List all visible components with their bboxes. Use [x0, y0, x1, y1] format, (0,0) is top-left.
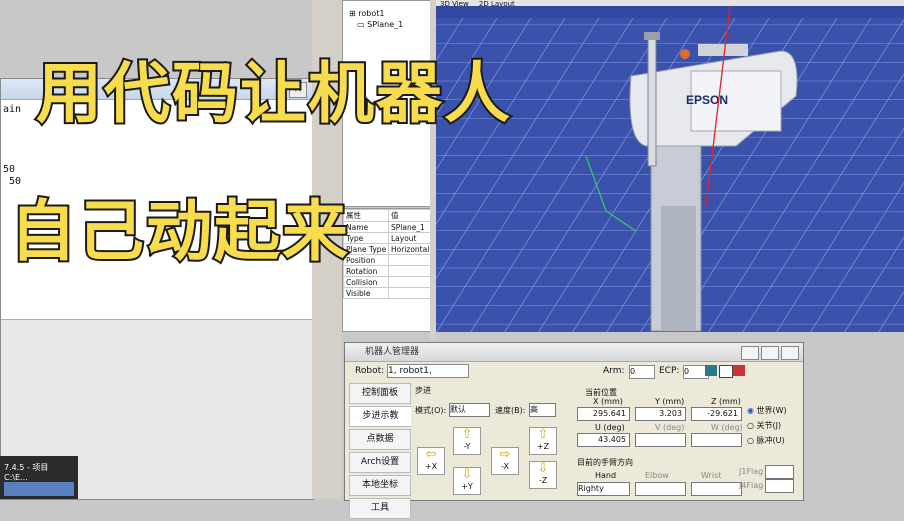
minimize-icon[interactable]	[741, 346, 759, 360]
table-row[interactable]: Position	[343, 254, 433, 266]
j4flag-value	[765, 479, 794, 493]
robot-manager-title: 机器人管理器	[345, 343, 803, 362]
code-line: 50	[3, 164, 16, 175]
j1flag-label: J1Flag	[739, 467, 764, 476]
u-label: U (deg)	[595, 423, 625, 432]
properties-grid[interactable]: 属性值 Name SPlane_1 Type Layout Plane Type Ho…	[342, 208, 433, 332]
arrow-down-icon: ⇩	[461, 467, 473, 482]
sidebar-item-tool[interactable]: 工具	[349, 498, 411, 519]
table-row[interactable]: Plane Type Horizontal	[343, 243, 433, 255]
table-row[interactable]: Collision	[343, 276, 433, 288]
step-group-label: 步进	[415, 386, 431, 395]
sidebar-item-local[interactable]: 本地坐标	[349, 475, 411, 496]
speed-label: 速度(B):	[495, 406, 526, 415]
play-icon[interactable]	[719, 365, 733, 378]
robot-label: Robot:	[355, 366, 385, 376]
z-value: -29.621	[691, 407, 742, 421]
table-row[interactable]: Visible	[343, 287, 433, 299]
elbow-value	[635, 482, 686, 496]
table-row[interactable]: Name SPlane_1	[343, 221, 433, 233]
jog-plus-y-button[interactable]: ⇩ +Y	[453, 467, 481, 495]
j4flag-label: J4Flag	[739, 481, 764, 490]
robot-manager-window[interactable]: 机器人管理器 Robot: 1, robot1, Arm: 0 ECP: 0 控…	[344, 342, 804, 519]
radio-pulse[interactable]: ○ 脉冲(U)	[747, 435, 785, 446]
mode-label: 模式(O):	[415, 406, 447, 415]
window-thumbnail	[4, 482, 74, 496]
ecp-label: ECP:	[659, 366, 680, 376]
jog-minus-y-button[interactable]: ⇧ -Y	[453, 427, 481, 455]
y-value: 3.203	[635, 407, 686, 421]
overlay-title-line1: 用代码让机器人	[34, 53, 512, 134]
robot-select[interactable]: 1, robot1,	[387, 363, 470, 378]
camera-icon[interactable]	[705, 365, 717, 376]
arrow-up-icon: ⇧	[461, 427, 473, 442]
z-label: Z (mm)	[711, 397, 741, 406]
sidebar-item-points[interactable]: 点数据	[349, 429, 411, 450]
w-value	[691, 433, 742, 447]
robot-manager-sidebar: 控制面板 步进示教 点数据 Arch设置 本地坐标 工具	[349, 383, 411, 521]
table-row[interactable]: Rotation	[343, 265, 433, 277]
wrist-value	[691, 482, 742, 496]
brand-label: EPSON	[686, 93, 728, 107]
jog-plus-x-button[interactable]: ⇦ +X	[417, 447, 445, 475]
arrow-right-icon: ⇨	[499, 447, 511, 462]
jog-plus-z-button[interactable]: ⇧ +Z	[529, 427, 557, 455]
close-icon[interactable]	[781, 346, 799, 360]
code-editor-window[interactable]: ✕ ain 50 50	[0, 78, 314, 500]
arrow-down-icon: ⇩	[537, 461, 549, 476]
hand-value: Righty	[577, 482, 630, 496]
arrow-up-icon: ⇧	[537, 427, 549, 442]
x-value: 295.641	[577, 407, 630, 421]
hand-label: Hand	[595, 471, 617, 480]
sidebar-item-jog-teach[interactable]: 步进示教	[349, 406, 411, 427]
table-row[interactable]: Type Layout	[343, 232, 433, 244]
elbow-label: Elbow	[645, 471, 669, 480]
overlay-title-line2: 自己动起来	[8, 191, 350, 272]
maximize-icon[interactable]	[761, 346, 779, 360]
arrow-left-icon: ⇦	[425, 447, 437, 462]
y-label: Y (mm)	[655, 397, 685, 406]
u-value: 43.405	[577, 433, 630, 447]
jog-minus-z-button[interactable]: ⇩ -Z	[529, 461, 557, 489]
v-label: V (deg)	[655, 423, 685, 432]
speed-select[interactable]: 高	[529, 403, 556, 417]
radio-icon: ○	[747, 421, 754, 430]
radio-selected-icon: ◉	[747, 406, 754, 415]
jog-minus-x-button[interactable]: ⇨ -X	[491, 447, 519, 475]
radio-icon: ○	[747, 436, 754, 445]
arm-label: Arm:	[603, 366, 625, 376]
sidebar-item-control-panel[interactable]: 控制面板	[349, 383, 411, 404]
v-value	[635, 433, 686, 447]
x-label: X (mm)	[593, 397, 623, 406]
grid-icon[interactable]	[733, 365, 745, 376]
wrist-label: Wrist	[701, 471, 722, 480]
robot-toolbar: Robot: 1, robot1, Arm: 0 ECP: 0	[345, 362, 803, 380]
hand-group-label: 目前的手臂方向	[577, 458, 633, 467]
tree-item-splane[interactable]: ▭ SPlane_1	[357, 20, 403, 29]
radio-world[interactable]: ◉ 世界(W)	[747, 405, 787, 416]
j1flag-value	[765, 465, 794, 479]
tree-item-robot1[interactable]: ⊞ robot1	[349, 9, 384, 18]
table-row: 属性值	[343, 209, 433, 222]
w-label: W (deg)	[711, 423, 743, 432]
taskbar-preview[interactable]: 7.4.5 - 项目 C:\E...	[0, 456, 78, 499]
mode-select[interactable]: 默认	[449, 403, 490, 417]
arm-select[interactable]: 0	[629, 365, 655, 379]
sidebar-item-arch[interactable]: Arch设置	[349, 452, 411, 473]
radio-joint[interactable]: ○ 关节(J)	[747, 420, 781, 431]
